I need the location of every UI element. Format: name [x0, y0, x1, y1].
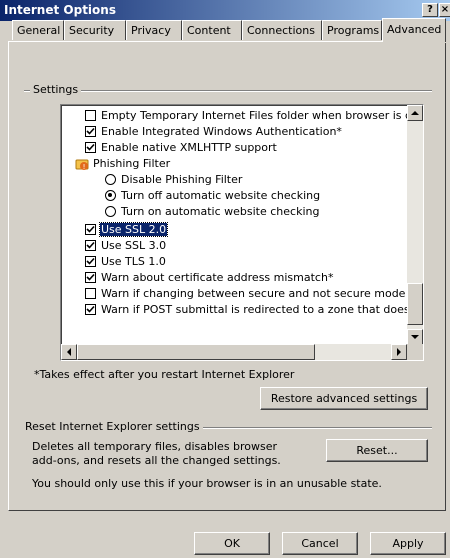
- tab-content[interactable]: Content: [182, 20, 242, 40]
- tab-privacy[interactable]: Privacy: [126, 20, 182, 40]
- arrow-left-icon: [67, 348, 71, 356]
- tab-connections[interactable]: Connections: [242, 20, 322, 40]
- settings-list[interactable]: Empty Temporary Internet Files folder wh…: [60, 104, 424, 361]
- checkbox[interactable]: [85, 304, 96, 315]
- restart-footnote: *Takes effect after you restart Internet…: [34, 368, 295, 381]
- cancel-button[interactable]: Cancel: [282, 532, 358, 555]
- scroll-left-button[interactable]: [61, 344, 77, 360]
- checkbox[interactable]: [85, 272, 96, 283]
- settings-group-label: Settings: [30, 83, 82, 96]
- horizontal-scrollbar[interactable]: [61, 344, 407, 360]
- scroll-thumb[interactable]: [407, 283, 423, 325]
- checkbox[interactable]: [85, 224, 96, 235]
- h-scroll-thumb[interactable]: [77, 344, 315, 360]
- radio-button[interactable]: [105, 190, 116, 201]
- arrow-right-icon: [397, 348, 401, 356]
- vertical-scrollbar[interactable]: [407, 105, 423, 345]
- checkbox[interactable]: [85, 288, 96, 299]
- reset-description-line2: add-ons, and resets all the changed sett…: [32, 454, 281, 467]
- settings-group-line: [24, 90, 432, 92]
- reset-note: You should only use this if your browser…: [32, 477, 382, 490]
- checkbox[interactable]: [85, 142, 96, 153]
- scroll-down-button[interactable]: [407, 329, 423, 345]
- radio-button[interactable]: [105, 206, 116, 217]
- reset-description-line1: Deletes all temporary files, disables br…: [32, 440, 278, 453]
- svg-text:!: !: [83, 163, 86, 171]
- checkbox[interactable]: [85, 126, 96, 137]
- arrow-up-icon: [411, 111, 419, 115]
- checkbox[interactable]: [85, 256, 96, 267]
- window-title: Internet Options: [4, 3, 116, 17]
- tab-programs[interactable]: Programs: [322, 20, 382, 40]
- reset-button[interactable]: Reset...: [326, 439, 428, 462]
- apply-button[interactable]: Apply: [370, 532, 446, 555]
- help-button[interactable]: ?: [422, 3, 438, 17]
- radio-button[interactable]: [105, 174, 116, 185]
- ok-button[interactable]: OK: [194, 532, 270, 555]
- close-button[interactable]: ×: [439, 3, 450, 17]
- restore-advanced-button[interactable]: Restore advanced settings: [260, 387, 428, 410]
- scroll-corner: [407, 344, 423, 360]
- phishing-filter-icon: !: [75, 157, 89, 174]
- checkbox[interactable]: [85, 240, 96, 251]
- arrow-down-icon: [411, 335, 419, 339]
- scroll-right-button[interactable]: [391, 344, 407, 360]
- tab-general[interactable]: General: [12, 20, 64, 40]
- scroll-up-button[interactable]: [407, 105, 423, 121]
- checkbox[interactable]: [85, 110, 96, 121]
- tab-security[interactable]: Security: [64, 20, 126, 40]
- reset-group-label: Reset Internet Explorer settings: [22, 420, 203, 433]
- radio-dot: [108, 193, 112, 197]
- tab-advanced[interactable]: Advanced: [382, 18, 446, 42]
